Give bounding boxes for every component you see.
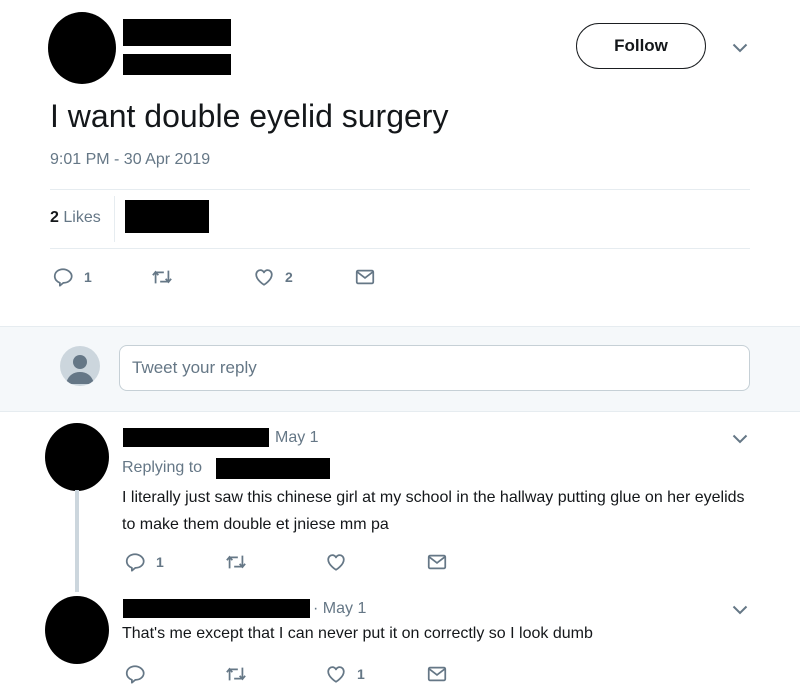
like-action[interactable] — [325, 551, 357, 573]
retweet-icon — [224, 551, 248, 573]
replying-to-label: Replying to — [122, 459, 203, 476]
reply-action[interactable]: 1 — [52, 266, 92, 288]
like-action[interactable]: 1 — [325, 663, 365, 685]
tweet-text: I want double eyelid surgery — [50, 98, 449, 134]
likes-label: Likes — [63, 209, 101, 226]
author-avatar[interactable] — [48, 12, 116, 84]
reply-author-redacted[interactable] — [123, 428, 269, 447]
divider — [114, 196, 115, 242]
retweet-icon — [224, 663, 248, 685]
likes-stat[interactable]: 2 Likes — [50, 209, 101, 227]
like-count: 2 — [285, 269, 293, 285]
reply-action[interactable]: 1 — [124, 551, 164, 573]
divider — [50, 248, 750, 249]
tweet-timestamp[interactable]: 9:01 PM - 30 Apr 2019 — [50, 151, 210, 169]
dm-action[interactable] — [426, 551, 448, 573]
retweet-action[interactable] — [224, 551, 248, 573]
replying-to-handle-redacted[interactable] — [216, 458, 330, 479]
mail-icon — [426, 663, 448, 685]
reply-icon — [124, 551, 146, 573]
heart-icon — [325, 551, 347, 573]
chevron-down-icon[interactable] — [732, 43, 748, 53]
reply-icon — [52, 266, 74, 288]
reply-action[interactable] — [124, 663, 156, 685]
reply-count: 1 — [84, 269, 92, 285]
like-count: 1 — [357, 666, 365, 682]
retweet-action[interactable] — [224, 663, 248, 685]
author-name-redacted[interactable] — [123, 19, 231, 46]
default-avatar-icon — [60, 346, 100, 386]
reply-avatar[interactable] — [45, 596, 109, 664]
reply-count: 1 — [156, 554, 164, 570]
likes-count: 2 — [50, 209, 59, 226]
reply-text: I literally just saw this chinese girl a… — [122, 489, 745, 533]
dm-action[interactable] — [354, 266, 376, 288]
reply-icon — [124, 663, 146, 685]
retweet-action[interactable] — [150, 266, 174, 288]
chevron-down-icon[interactable] — [732, 605, 748, 615]
thread-line — [75, 490, 79, 592]
like-action[interactable]: 2 — [253, 266, 293, 288]
reply-text: That's me except that I can never put it… — [122, 625, 593, 642]
divider — [50, 189, 750, 190]
dm-action[interactable] — [426, 663, 448, 685]
reply-date[interactable]: May 1 — [275, 429, 319, 447]
mail-icon — [426, 551, 448, 573]
heart-icon — [253, 266, 275, 288]
reply-date[interactable]: · May 1 — [313, 600, 366, 618]
heart-icon — [325, 663, 347, 685]
mail-icon — [354, 266, 376, 288]
chevron-down-icon[interactable] — [732, 434, 748, 444]
author-handle-redacted — [123, 54, 231, 75]
follow-button[interactable]: Follow — [576, 23, 706, 69]
liker-avatars-redacted[interactable] — [125, 200, 209, 233]
retweet-icon — [150, 266, 174, 288]
reply-input[interactable] — [119, 345, 750, 391]
reply-author-redacted[interactable] — [123, 599, 310, 618]
reply-avatar[interactable] — [45, 423, 109, 491]
